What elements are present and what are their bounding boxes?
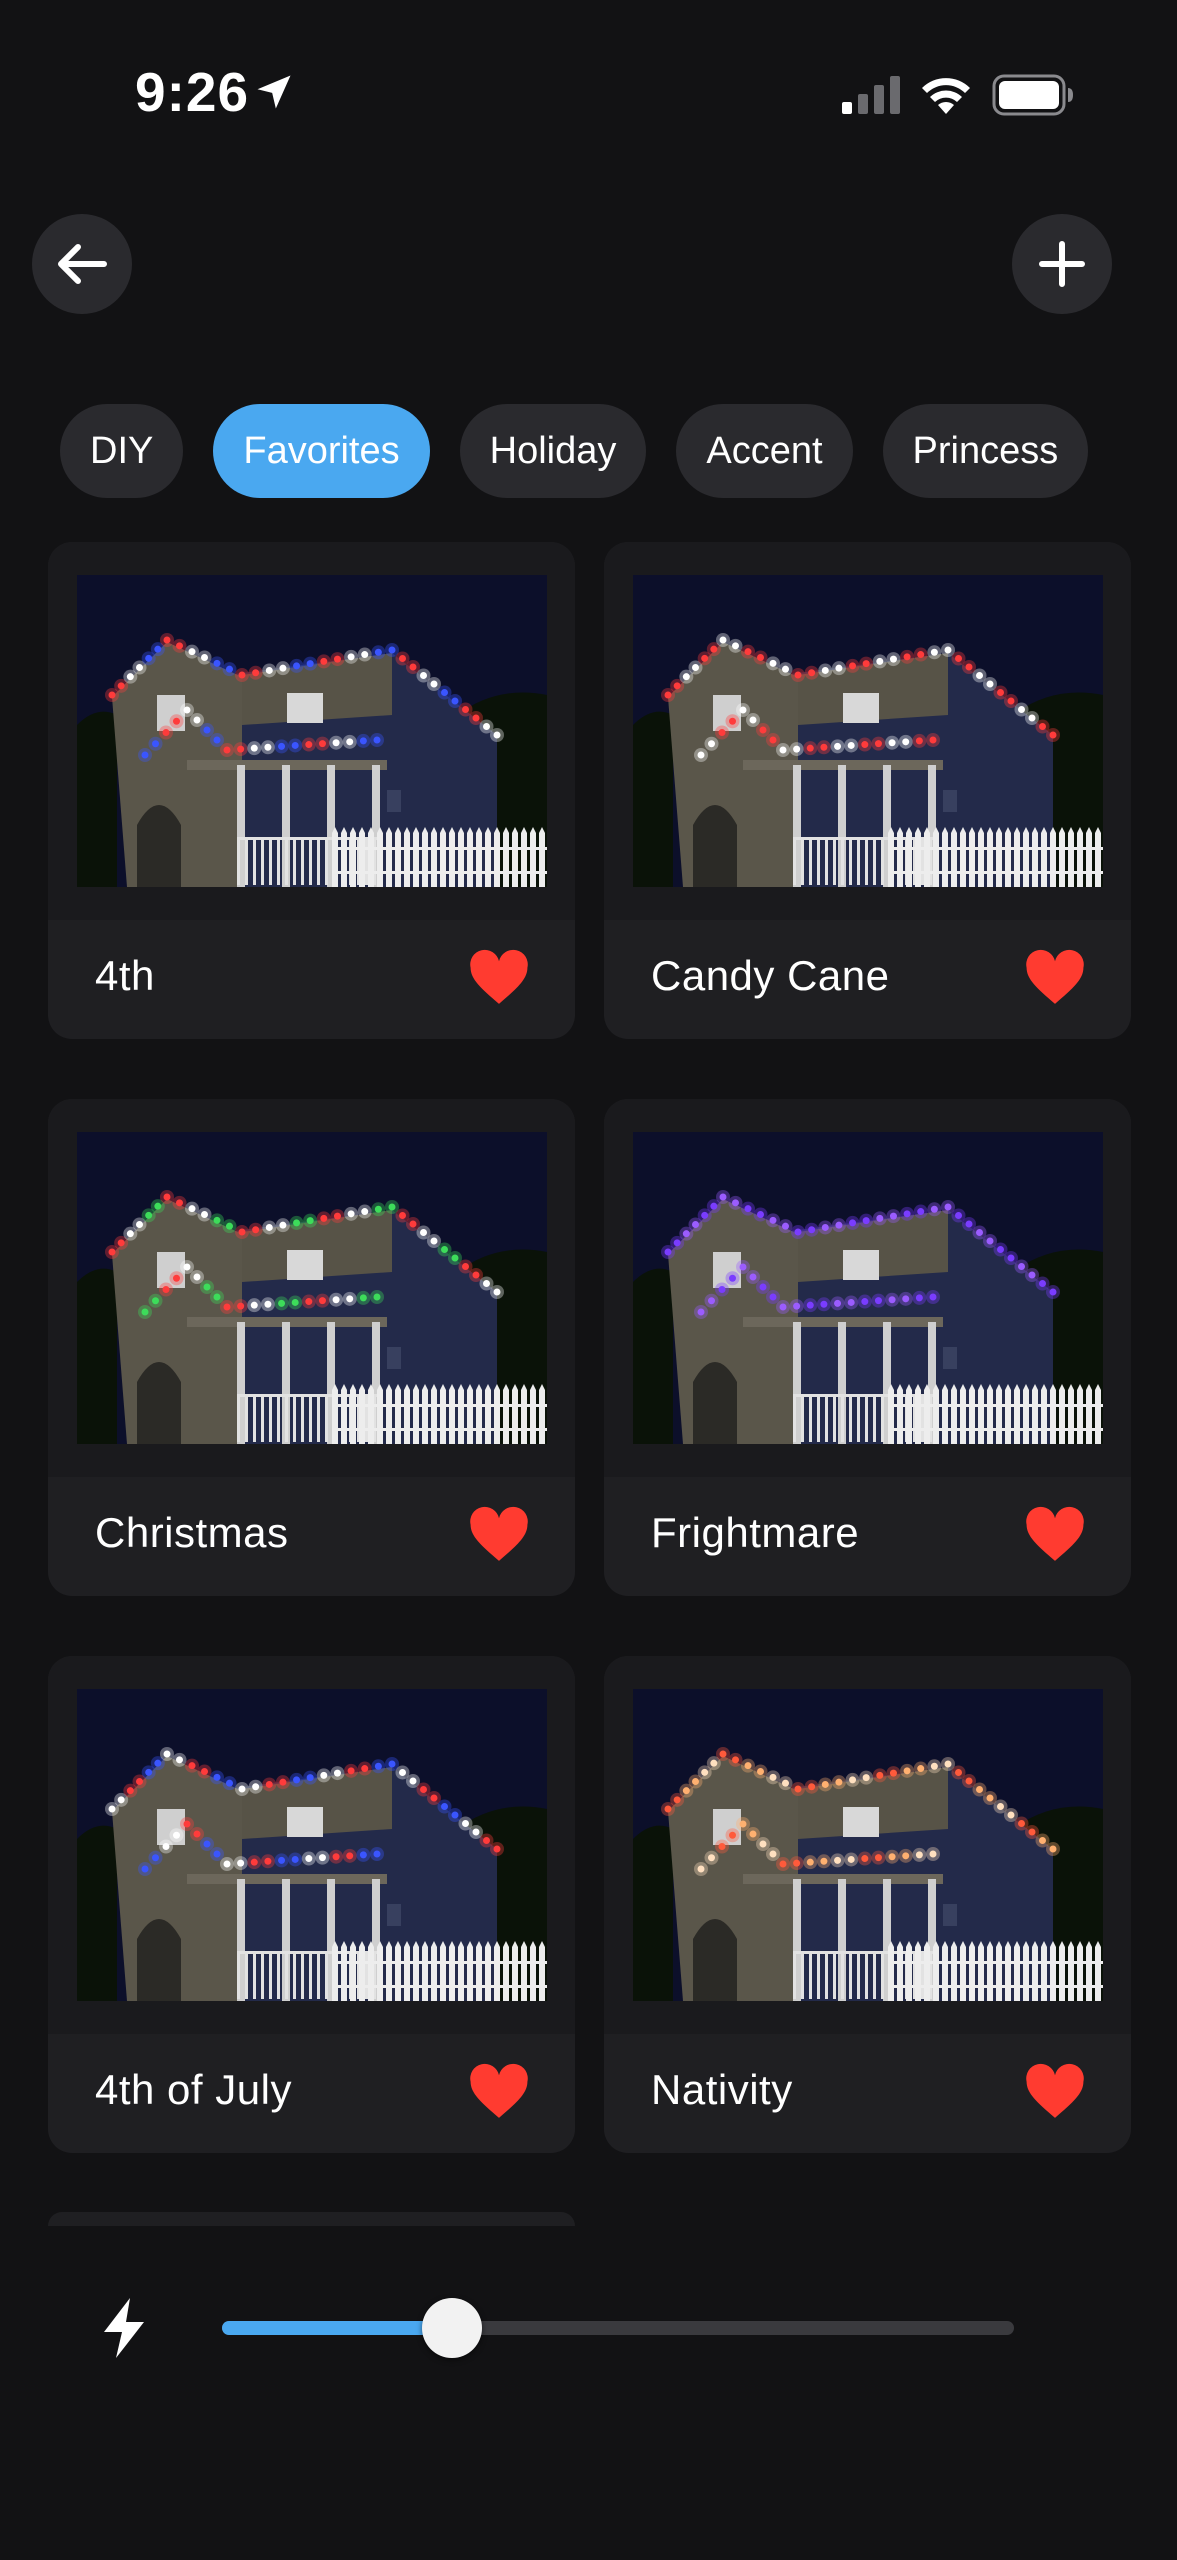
pattern-preview: [48, 542, 575, 920]
pattern-card[interactable]: Christmas: [48, 1099, 575, 1596]
cellular-signal-icon: [842, 76, 900, 114]
house-lights-image: [77, 1132, 547, 1444]
pattern-card[interactable]: 4th: [48, 542, 575, 1039]
tab-accent[interactable]: Accent: [676, 404, 853, 498]
location-arrow-icon: [257, 75, 291, 109]
next-card-edge: [48, 2212, 575, 2226]
pattern-preview: [48, 1099, 575, 1477]
wifi-icon: [922, 78, 970, 114]
pattern-name: 4th of July: [95, 2066, 292, 2113]
house-lights-image: [77, 575, 547, 887]
pattern-card[interactable]: Nativity: [604, 1656, 1131, 2153]
plus-icon: [1039, 241, 1085, 287]
slider-handle[interactable]: [422, 2298, 482, 2358]
pattern-name: Candy Cane: [651, 952, 890, 999]
pattern-preview: [604, 1656, 1131, 2034]
pattern-name: Frightmare: [651, 1509, 860, 1556]
tab-princess[interactable]: Princess: [882, 404, 1089, 498]
pattern-preview: [604, 542, 1131, 920]
status-time: 9:26: [135, 61, 250, 123]
brightness-slider[interactable]: [222, 2298, 1014, 2358]
heart-icon[interactable]: [468, 2063, 530, 2121]
heart-icon[interactable]: [1024, 1506, 1086, 1564]
house-lights-image: [77, 1689, 547, 2001]
status-bar: 9:26: [0, 0, 1177, 190]
heart-icon[interactable]: [468, 949, 530, 1007]
slider-fill: [222, 2321, 452, 2335]
pattern-preview: [604, 1099, 1131, 1477]
arrow-left-icon: [58, 244, 107, 284]
tab-diy[interactable]: DIY: [60, 404, 184, 498]
pattern-card[interactable]: 4th of July: [48, 1656, 575, 2153]
house-lights-image: [633, 1132, 1103, 1444]
heart-icon[interactable]: [1024, 2063, 1086, 2121]
pattern-card[interactable]: Candy Cane: [604, 542, 1131, 1039]
pattern-card[interactable]: Frightmare: [604, 1099, 1131, 1596]
back-button[interactable]: [32, 214, 132, 314]
category-tabs: DIY Favorites Holiday Accent Princess: [60, 404, 1089, 498]
lightning-bolt-icon: [104, 2298, 144, 2358]
add-button[interactable]: [1012, 214, 1112, 314]
battery-icon: [992, 74, 1073, 116]
tab-holiday[interactable]: Holiday: [459, 404, 647, 498]
pattern-name: Nativity: [651, 2066, 793, 2113]
house-lights-image: [633, 575, 1103, 887]
tab-favorites[interactable]: Favorites: [213, 404, 430, 498]
heart-icon[interactable]: [1024, 949, 1086, 1007]
heart-icon[interactable]: [468, 1506, 530, 1564]
pattern-preview: [48, 1656, 575, 2034]
pattern-name: Christmas: [95, 1509, 289, 1556]
house-lights-image: [633, 1689, 1103, 2001]
pattern-name: 4th: [95, 952, 155, 999]
